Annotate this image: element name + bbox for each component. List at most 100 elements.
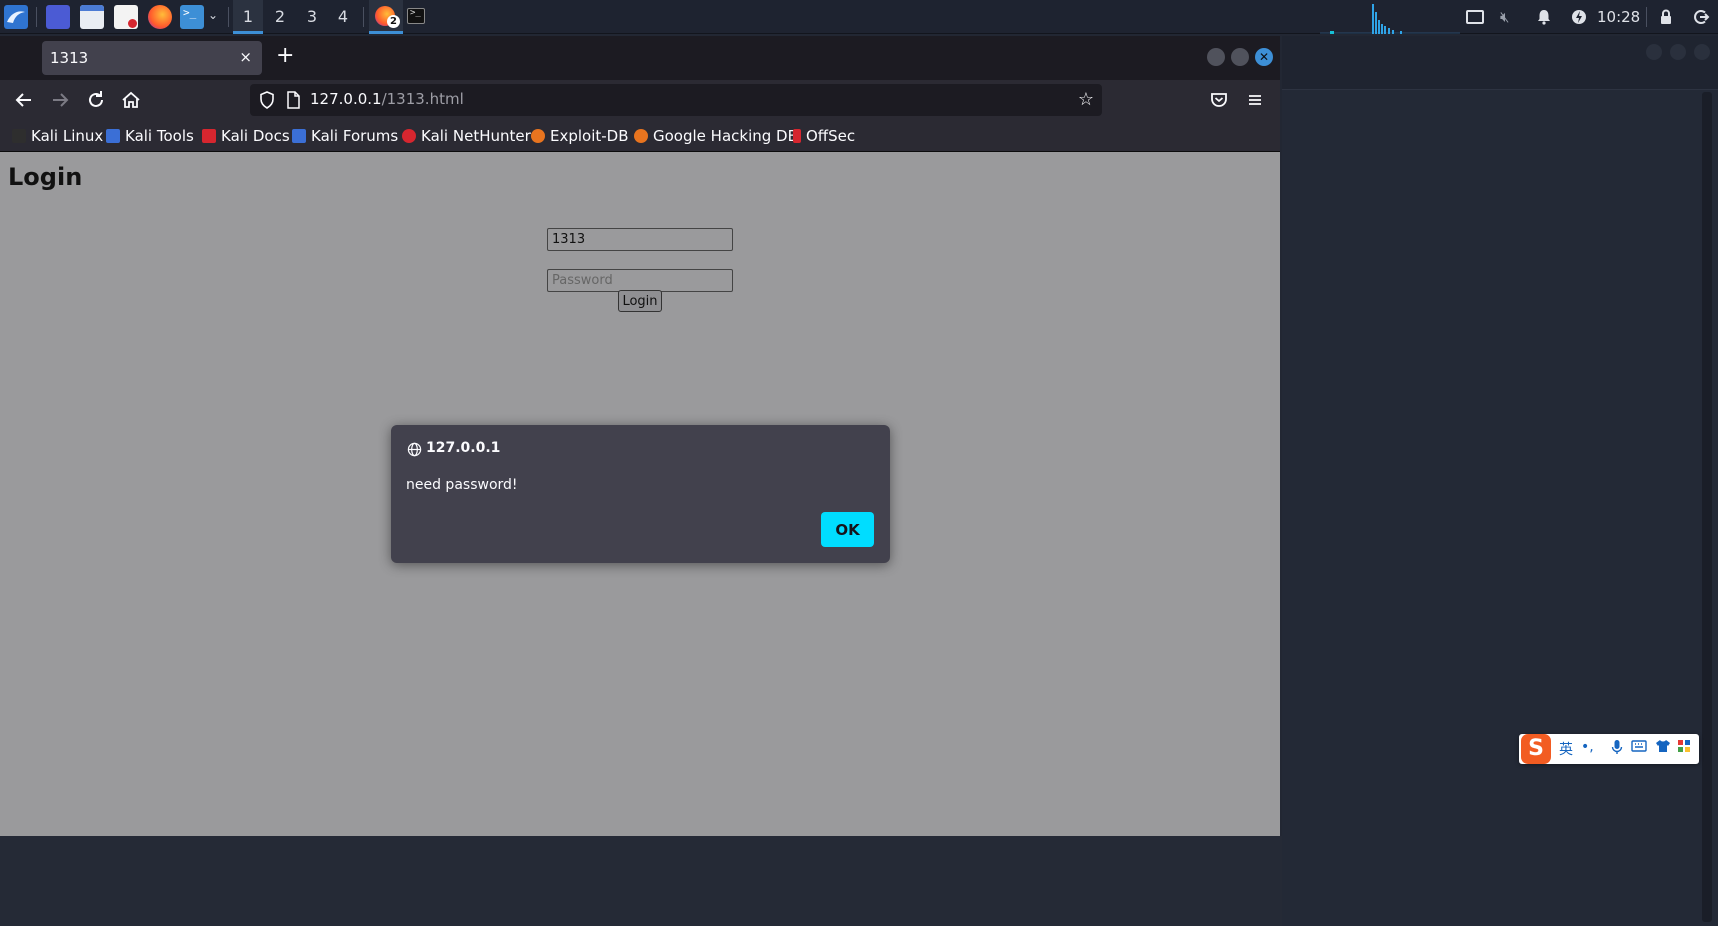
- taskbar-separator: [228, 7, 229, 27]
- ime-language-toggle[interactable]: 英: [1559, 739, 1573, 759]
- notification-bell-icon[interactable]: [1535, 8, 1553, 26]
- workspace-4[interactable]: 4: [328, 0, 358, 34]
- bookmark-label: Kali Forums: [311, 127, 399, 145]
- password-input[interactable]: [547, 269, 733, 292]
- url-bar[interactable]: 127.0.0.1/1313.html ☆: [250, 84, 1102, 116]
- home-button[interactable]: [119, 88, 143, 112]
- username-input[interactable]: [547, 228, 733, 251]
- terminal-icon: >_: [410, 8, 421, 18]
- bookmark-google-hacking-db[interactable]: Google Hacking DB: [634, 127, 798, 145]
- back-button[interactable]: [12, 88, 36, 112]
- taskbar-terminal-window[interactable]: >_: [407, 8, 425, 24]
- reload-button[interactable]: [84, 88, 108, 112]
- close-icon[interactable]: [1694, 44, 1710, 60]
- url-path: /1313.html: [381, 90, 464, 108]
- page-icon[interactable]: [286, 91, 300, 109]
- sogou-logo-icon[interactable]: S: [1521, 734, 1551, 764]
- workspace-label: 1: [242, 7, 254, 26]
- arrow-right-icon: [53, 93, 69, 107]
- arrow-left-icon: [15, 93, 31, 107]
- skin-shirt-icon[interactable]: [1655, 739, 1671, 757]
- exploit-db-icon: [531, 129, 545, 143]
- taskbar-separator: [1646, 7, 1647, 27]
- workspace-label: 3: [306, 7, 318, 26]
- power-manager-icon[interactable]: [1570, 8, 1588, 26]
- workspace-label: 4: [337, 7, 349, 26]
- ime-punctuation-toggle[interactable]: •,: [1581, 739, 1594, 755]
- tab-close-button[interactable]: ×: [239, 48, 252, 66]
- input-method-bar[interactable]: S 英 •,: [1519, 734, 1699, 764]
- forward-button[interactable]: [48, 88, 72, 112]
- bookmark-kali-docs[interactable]: Kali Docs: [202, 127, 290, 145]
- home-icon: [122, 91, 140, 108]
- minimize-icon[interactable]: [1646, 44, 1662, 60]
- bookmark-kali-linux[interactable]: Kali Linux: [12, 127, 103, 145]
- file-manager-icon[interactable]: [80, 5, 104, 29]
- bookmark-label: Exploit-DB: [550, 127, 629, 145]
- bookmark-label: Kali Linux: [31, 127, 104, 145]
- app-menu-button[interactable]: [1243, 88, 1267, 112]
- kali-tools-icon: [106, 129, 120, 143]
- display-icon[interactable]: [1466, 10, 1484, 24]
- toolbox-grid-icon[interactable]: [1677, 739, 1691, 757]
- nethunter-icon: [402, 129, 416, 143]
- url-text[interactable]: 127.0.0.1/1313.html: [310, 90, 464, 108]
- tab-active[interactable]: 1313 ×: [42, 41, 262, 75]
- workspace-1[interactable]: 1: [233, 0, 263, 34]
- window-close-button[interactable]: ✕: [1255, 48, 1273, 66]
- show-desktop-icon[interactable]: [46, 5, 70, 29]
- bookmark-label: Google Hacking DB: [653, 127, 798, 145]
- volume-muted-icon[interactable]: 🔇︎: [1500, 8, 1518, 26]
- desktop-background: [0, 836, 1282, 926]
- bookmark-label: Kali NetHunter: [421, 127, 531, 145]
- logout-icon[interactable]: [1692, 8, 1710, 26]
- chevron-down-icon[interactable]: ⌄: [208, 8, 218, 22]
- bookmark-star-icon[interactable]: ☆: [1078, 89, 1094, 110]
- keyboard-icon[interactable]: [1631, 739, 1647, 757]
- window-maximize-button[interactable]: [1231, 48, 1249, 66]
- login-button[interactable]: Login: [618, 290, 662, 312]
- ghdb-icon: [634, 129, 648, 143]
- pocket-button[interactable]: [1207, 88, 1231, 112]
- clock[interactable]: 10:28: [1597, 0, 1640, 34]
- workspace-label: 2: [274, 7, 286, 26]
- kali-dragon-icon: [12, 129, 26, 143]
- url-host: 127.0.0.1: [310, 90, 382, 108]
- network-monitor-graph: [1320, 4, 1460, 34]
- new-tab-button[interactable]: +: [276, 44, 294, 68]
- lock-icon[interactable]: [1657, 8, 1675, 26]
- pocket-icon: [1211, 93, 1227, 107]
- page-title: Login: [8, 163, 83, 191]
- bookmark-kali-forums[interactable]: Kali Forums: [292, 127, 398, 145]
- shield-icon[interactable]: [258, 90, 276, 110]
- taskbar-firefox-window[interactable]: 2: [369, 0, 403, 34]
- scrollbar[interactable]: [1702, 92, 1712, 922]
- kali-forums-icon: [292, 129, 306, 143]
- taskbar-separator: [363, 7, 364, 27]
- kali-menu-icon[interactable]: [4, 5, 28, 29]
- offsec-icon: [793, 129, 801, 143]
- text-editor-icon[interactable]: [114, 5, 138, 29]
- reload-icon: [89, 91, 103, 107]
- firefox-icon[interactable]: [148, 5, 172, 29]
- terminal-icon[interactable]: >_: [180, 5, 204, 29]
- bookmark-kali-tools[interactable]: Kali Tools: [106, 127, 194, 145]
- maximize-icon[interactable]: [1670, 44, 1686, 60]
- bookmarks-toolbar: Kali Linux Kali Tools Kali Docs Kali For…: [0, 120, 1280, 152]
- bookmark-offsec[interactable]: OffSec: [793, 127, 855, 145]
- bookmark-kali-nethunter[interactable]: Kali NetHunter: [402, 127, 531, 145]
- workspace-3[interactable]: 3: [297, 0, 327, 34]
- bookmark-exploit-db[interactable]: Exploit-DB: [531, 127, 629, 145]
- taskbar-separator: [36, 7, 37, 27]
- microphone-icon[interactable]: [1611, 739, 1623, 759]
- window-count-badge: 2: [387, 15, 400, 28]
- window-minimize-button[interactable]: [1207, 48, 1225, 66]
- bookmark-label: OffSec: [806, 127, 856, 145]
- workspace-2[interactable]: 2: [265, 0, 295, 34]
- bookmark-label: Kali Docs: [221, 127, 290, 145]
- tab-title: 1313: [50, 49, 89, 67]
- ok-button[interactable]: OK: [821, 512, 874, 547]
- background-window: [1282, 36, 1718, 926]
- kali-docs-icon: [202, 129, 216, 143]
- tab-strip: 1313 × + ✕: [0, 36, 1280, 80]
